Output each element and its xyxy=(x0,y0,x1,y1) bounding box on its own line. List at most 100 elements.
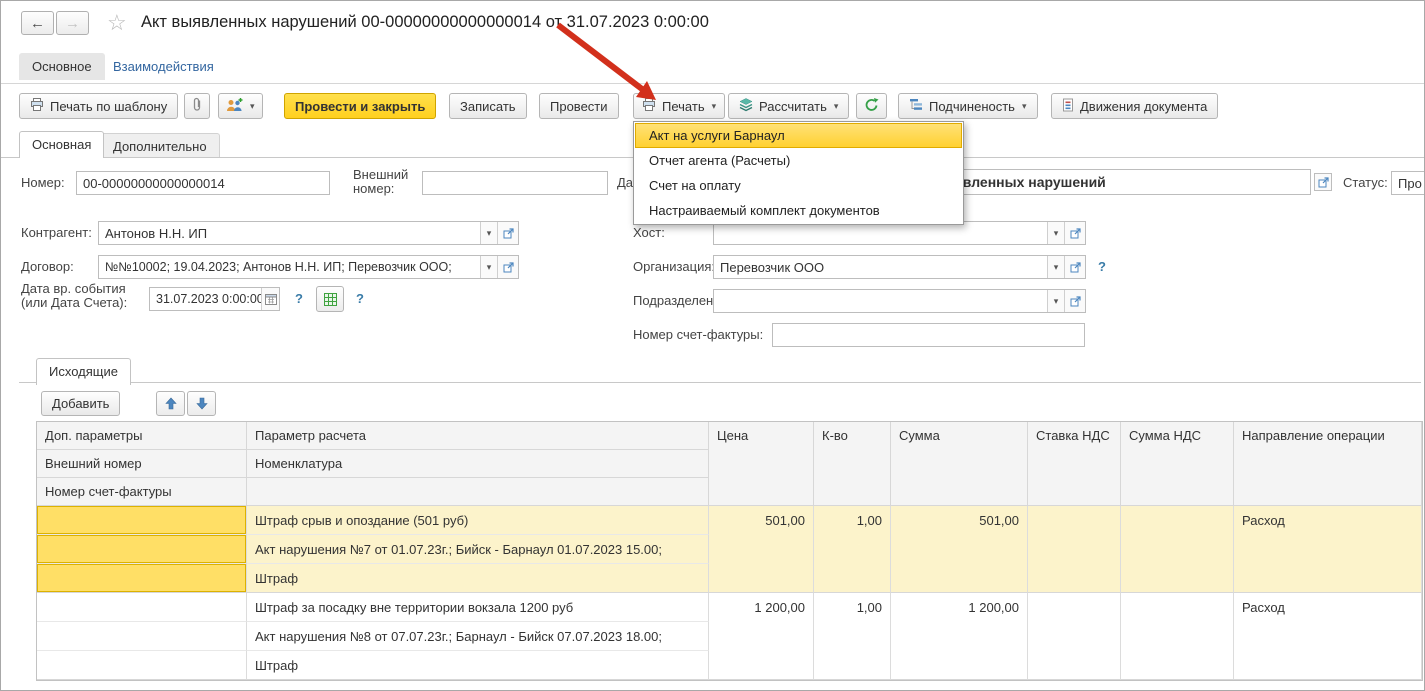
responsible-users-button[interactable]: ▾ xyxy=(218,93,263,119)
print-label: Печать xyxy=(662,99,705,114)
organization-field[interactable]: Перевозчик ООО xyxy=(714,256,1047,278)
counterparty-field[interactable]: Антонов Н.Н. ИП xyxy=(99,222,480,244)
menu-item-custom-document-set[interactable]: Настраиваемый комплект документов xyxy=(635,198,962,223)
move-row-up-button[interactable] xyxy=(156,391,185,416)
menu-item-agent-report[interactable]: Отчет агента (Расчеты) xyxy=(635,148,962,173)
open-in-window-icon xyxy=(1070,228,1081,239)
schedule-table-button[interactable] xyxy=(316,286,344,312)
number-field[interactable]: 00-00000000000000014 xyxy=(76,171,330,195)
caret-down-icon: ▾ xyxy=(834,101,839,112)
row1-detail-cell[interactable]: Акт нарушения №7 от 01.07.23г.; Бийск - … xyxy=(247,535,709,564)
row2-direction-cell[interactable]: Расход xyxy=(1234,593,1422,680)
row1-extra-params-cell[interactable] xyxy=(37,506,247,535)
counterparty-label: Контрагент: xyxy=(21,225,92,240)
header-vat-sum: Сумма НДС xyxy=(1121,422,1234,506)
document-movements-label: Движения документа xyxy=(1080,99,1207,114)
host-field[interactable] xyxy=(714,222,1047,244)
form-tab-additional[interactable]: Дополнительно xyxy=(100,133,220,158)
status-field[interactable]: Про xyxy=(1391,171,1425,195)
row2-extra-params-cell[interactable] xyxy=(37,593,247,622)
counterparty-select-button[interactable]: ▾ xyxy=(480,222,497,244)
external-number-label-line1: Внешний xyxy=(353,168,408,182)
counterparty-open-button[interactable] xyxy=(497,222,518,244)
subordination-button[interactable]: Подчиненость ▾ xyxy=(898,93,1038,119)
organization-select-button[interactable]: ▾ xyxy=(1047,256,1064,278)
refresh-button[interactable] xyxy=(856,93,887,119)
row2-qty-cell[interactable]: 1,00 xyxy=(814,593,891,680)
host-open-button[interactable] xyxy=(1064,222,1085,244)
header-extra-params: Доп. параметры xyxy=(37,422,247,450)
invoice-number-field[interactable] xyxy=(772,323,1085,347)
row1-nomenclature-cell[interactable]: Штраф xyxy=(247,564,709,593)
contract-select-button[interactable]: ▾ xyxy=(480,256,497,278)
event-date-help-link[interactable]: ? xyxy=(295,291,303,306)
nav-back-button[interactable]: ← xyxy=(21,11,54,35)
tab-interactions[interactable]: Взаимодействия xyxy=(113,59,214,74)
post-button[interactable]: Провести xyxy=(539,93,619,119)
hierarchy-icon xyxy=(909,98,923,114)
department-open-button[interactable] xyxy=(1064,290,1085,312)
organization-group: Перевозчик ООО ▾ xyxy=(713,255,1086,279)
form-tab-main[interactable]: Основная xyxy=(19,131,104,158)
row2-invoice-number-cell[interactable] xyxy=(37,651,247,680)
schedule-help-link[interactable]: ? xyxy=(356,291,364,306)
row1-vat-sum-cell[interactable] xyxy=(1121,506,1234,593)
doc-type-open-button[interactable] xyxy=(1314,173,1332,191)
nav-forward-button[interactable]: → xyxy=(56,11,89,35)
move-row-down-button[interactable] xyxy=(187,391,216,416)
row1-invoice-number-cell[interactable] xyxy=(37,564,247,593)
number-label: Номер: xyxy=(21,175,65,190)
department-select-button[interactable]: ▾ xyxy=(1047,290,1064,312)
event-date-field[interactable]: 31.07.2023 0:00:00 xyxy=(150,288,261,310)
row2-param-cell[interactable]: Штраф за посадку вне территории вокзала … xyxy=(247,593,709,622)
row2-external-number-cell[interactable] xyxy=(37,622,247,651)
printer-icon xyxy=(642,98,656,114)
grid-tab-outgoing[interactable]: Исходящие xyxy=(36,358,131,385)
post-and-close-label: Провести и закрыть xyxy=(295,99,425,114)
calculate-label: Рассчитать xyxy=(759,99,827,114)
row2-price-cell[interactable]: 1 200,00 xyxy=(709,593,814,680)
row2-vat-sum-cell[interactable] xyxy=(1121,593,1234,680)
favorite-star-icon[interactable]: ☆ xyxy=(107,10,127,36)
row1-qty-cell[interactable]: 1,00 xyxy=(814,506,891,593)
menu-item-act-barnaul[interactable]: Акт на услуги Барнаул xyxy=(635,123,962,148)
organization-open-button[interactable] xyxy=(1064,256,1085,278)
contract-group: №№10002; 19.04.2023; Антонов Н.Н. ИП; Пе… xyxy=(98,255,519,279)
caret-down-icon: ▾ xyxy=(250,101,255,112)
calculate-button[interactable]: Рассчитать ▾ xyxy=(728,93,849,119)
row2-sum-cell[interactable]: 1 200,00 xyxy=(891,593,1028,680)
external-number-field[interactable] xyxy=(422,171,608,195)
add-row-button[interactable]: Добавить xyxy=(41,391,120,416)
row1-param-cell[interactable]: Штраф срыв и опоздание (501 руб) xyxy=(247,506,709,535)
row2-vat-rate-cell[interactable] xyxy=(1028,593,1121,680)
host-select-button[interactable]: ▾ xyxy=(1047,222,1064,244)
contract-field[interactable]: №№10002; 19.04.2023; Антонов Н.Н. ИП; Пе… xyxy=(99,256,480,278)
event-date-label-line2: (или Дата Счета): xyxy=(21,296,127,310)
post-and-close-button[interactable]: Провести и закрыть xyxy=(284,93,436,119)
host-label: Хост: xyxy=(633,225,665,240)
event-date-label-line1: Дата вр. события xyxy=(21,282,127,296)
outgoing-table: Доп. параметры Внешний номер Номер счет-… xyxy=(36,421,1423,681)
divider xyxy=(1,83,1424,84)
row2-detail-cell[interactable]: Акт нарушения №8 от 07.07.23г.; Барнаул … xyxy=(247,622,709,651)
print-menu-button[interactable]: Печать ▾ xyxy=(633,93,725,119)
row1-external-number-cell[interactable] xyxy=(37,535,247,564)
row2-nomenclature-cell[interactable]: Штраф xyxy=(247,651,709,680)
row1-direction-cell[interactable]: Расход xyxy=(1234,506,1422,593)
print-by-template-button[interactable]: Печать по шаблону xyxy=(19,93,178,119)
menu-item-invoice-for-payment[interactable]: Счет на оплату xyxy=(635,173,962,198)
department-field[interactable] xyxy=(714,290,1047,312)
status-label: Статус: xyxy=(1343,175,1388,190)
document-movements-button[interactable]: Движения документа xyxy=(1051,93,1218,119)
tab-main-section[interactable]: Основное xyxy=(19,53,105,80)
row1-vat-rate-cell[interactable] xyxy=(1028,506,1121,593)
row1-sum-cell[interactable]: 501,00 xyxy=(891,506,1028,593)
attachments-button[interactable] xyxy=(184,93,210,119)
event-date-calendar-button[interactable] xyxy=(261,288,279,310)
header-nomenclature: Номенклатура xyxy=(247,450,709,478)
header-invoice-number: Номер счет-фактуры xyxy=(37,478,247,506)
row1-price-cell[interactable]: 501,00 xyxy=(709,506,814,593)
organization-help-link[interactable]: ? xyxy=(1098,259,1106,274)
save-button[interactable]: Записать xyxy=(449,93,527,119)
contract-open-button[interactable] xyxy=(497,256,518,278)
